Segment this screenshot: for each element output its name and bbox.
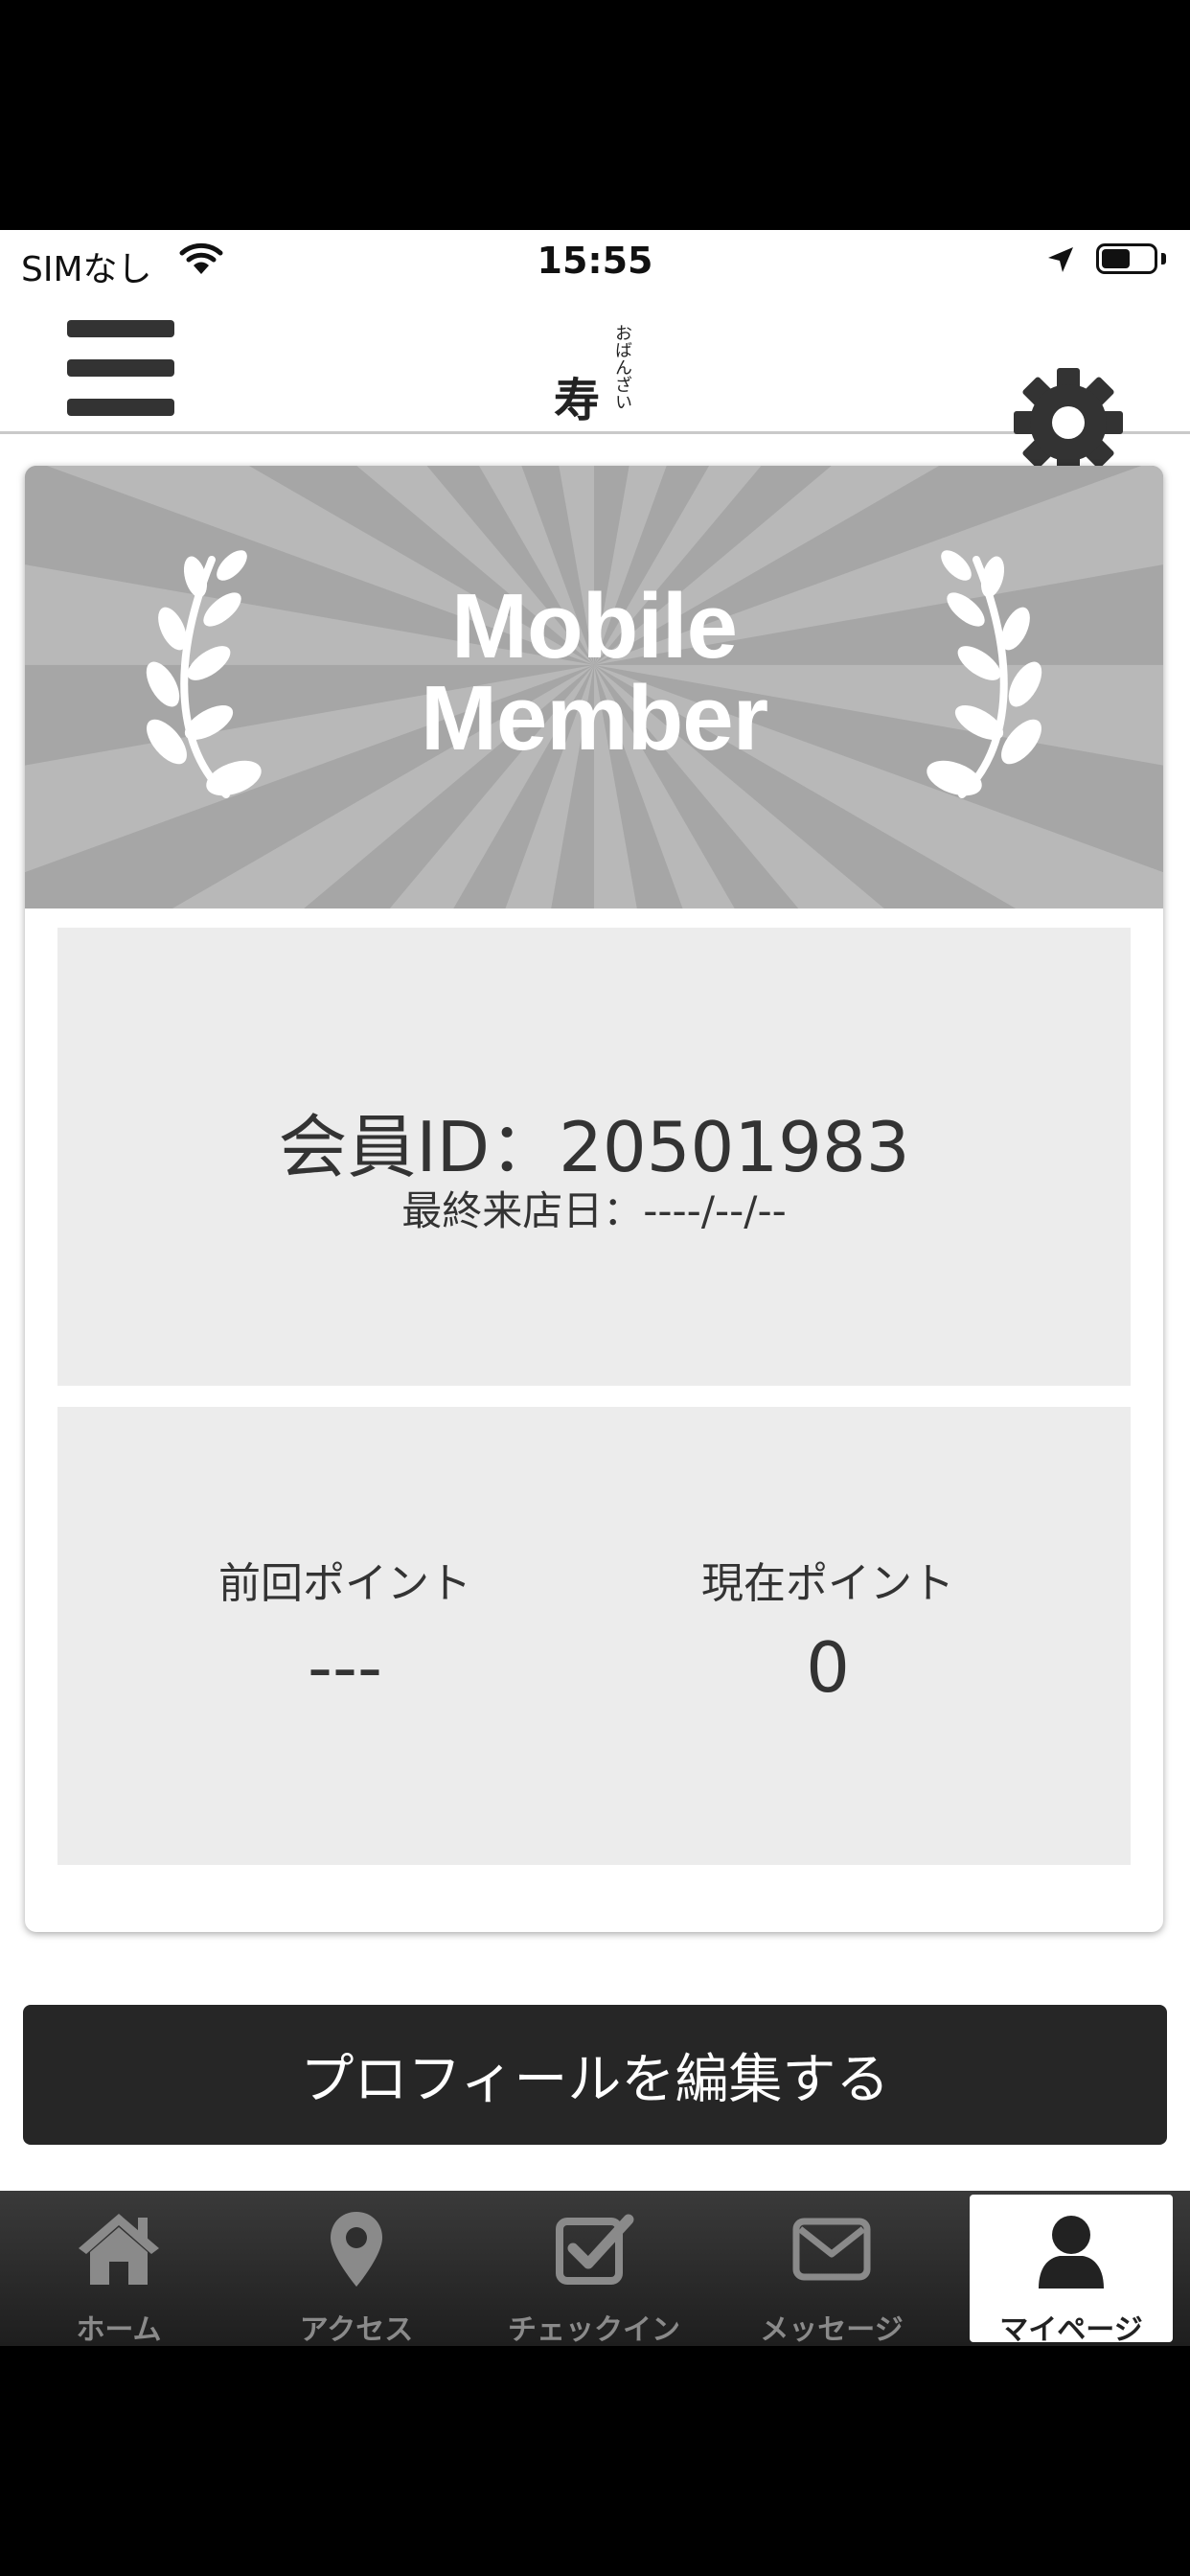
tab-mypage[interactable]: マイページ <box>970 2195 1173 2346</box>
tab-access[interactable]: アクセス <box>238 2191 475 2346</box>
tab-message[interactable]: メッセージ <box>713 2191 950 2346</box>
previous-points-value: --- <box>308 1627 382 1708</box>
tab-checkin-label: チェックイン <box>508 2313 680 2346</box>
last-visit-date: 最終来店日：----/--/-- <box>401 1187 787 1234</box>
edit-profile-button[interactable]: プロフィールを編集する <box>23 2005 1167 2145</box>
tab-home[interactable]: ホーム <box>0 2191 238 2346</box>
previous-points: 前回ポイント --- <box>153 1549 537 1708</box>
logo-main-text: 寿 <box>554 374 601 427</box>
logo-sub-text: おばんざい <box>612 324 632 410</box>
current-points: 現在ポイント 0 <box>636 1549 1019 1708</box>
app-screen: SIMなし 15:55 寿 おばんざい Mobile Member 会員ID：2… <box>0 230 1190 2346</box>
location-arrow-icon <box>1048 247 1073 272</box>
member-banner: Mobile Member <box>25 466 1163 908</box>
envelope-icon <box>792 2218 871 2281</box>
previous-points-label: 前回ポイント <box>218 1559 471 1608</box>
member-card: Mobile Member 会員ID：20501983 最終来店日：----/-… <box>25 466 1163 1932</box>
current-points-value: 0 <box>806 1627 850 1708</box>
member-id: 会員ID：20501983 <box>278 1107 910 1187</box>
user-icon <box>1039 2216 1104 2288</box>
home-icon <box>79 2214 159 2285</box>
map-pin-icon <box>331 2212 382 2287</box>
tab-checkin[interactable]: チェックイン <box>475 2191 713 2346</box>
status-bar: SIMなし 15:55 <box>0 230 1190 291</box>
tab-mypage-label: マイページ <box>999 2313 1143 2346</box>
battery-cap <box>1161 253 1166 264</box>
tab-message-label: メッセージ <box>760 2313 904 2346</box>
points-panel: 前回ポイント --- 現在ポイント 0 <box>57 1407 1131 1865</box>
tab-access-label: アクセス <box>299 2313 414 2346</box>
menu-button[interactable] <box>67 320 174 416</box>
battery-icon <box>1096 243 1157 274</box>
laurel-right-icon <box>927 550 1042 798</box>
member-id-panel: 会員ID：20501983 最終来店日：----/--/-- <box>57 928 1131 1386</box>
checkbox-icon <box>556 2214 634 2285</box>
clock: 15:55 <box>537 240 653 282</box>
tab-home-label: ホーム <box>76 2313 162 2346</box>
gear-icon[interactable] <box>1014 368 1123 477</box>
shop-logo: 寿 おばんざい <box>554 324 640 439</box>
current-points-label: 現在ポイント <box>701 1559 954 1608</box>
tab-bar: ホーム アクセス チェックイン メッセージ マイページ <box>0 2191 1190 2346</box>
app-header: 寿 おばんざい <box>0 291 1190 477</box>
battery-level <box>1102 249 1130 268</box>
